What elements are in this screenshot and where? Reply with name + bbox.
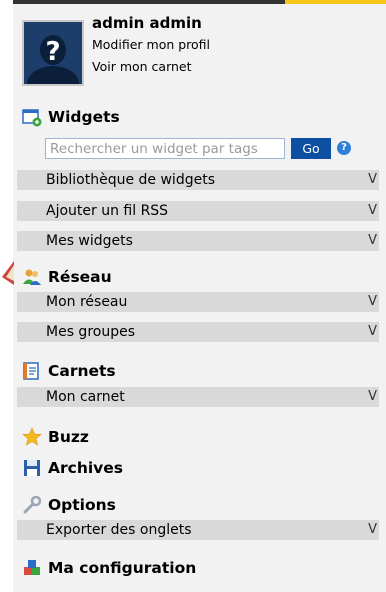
section-options-title: Options <box>48 496 116 514</box>
chevron-down-icon: V <box>368 522 377 537</box>
section-carnets[interactable]: Carnets <box>22 360 116 382</box>
svg-text:?: ? <box>45 37 60 67</box>
chevron-down-icon: V <box>368 203 377 218</box>
menu-item-widget-library[interactable]: Bibliothèque de widgets V <box>17 170 379 190</box>
chevron-down-icon: V <box>368 172 377 187</box>
section-reseau-title: Réseau <box>48 268 112 286</box>
menu-item-label: Mon réseau <box>46 294 128 310</box>
menu-item-label: Ajouter un fil RSS <box>46 203 169 219</box>
menu-item-label: Exporter des onglets <box>46 522 192 538</box>
notebook-icon <box>23 362 39 380</box>
section-configuration-title: Ma configuration <box>48 559 197 577</box>
floppy-disk-icon <box>24 460 40 476</box>
menu-item-my-notebook[interactable]: Mon carnet V <box>17 387 379 407</box>
people-icon <box>23 269 41 285</box>
menu-item-label: Mes widgets <box>46 233 133 249</box>
section-carnets-title: Carnets <box>48 362 116 380</box>
help-icon[interactable]: ? <box>337 141 351 155</box>
username: admin admin <box>92 14 202 32</box>
section-reseau[interactable]: Réseau <box>22 266 112 288</box>
view-notebook-link[interactable]: Voir mon carnet <box>92 59 192 74</box>
avatar[interactable]: ? <box>22 20 84 86</box>
section-buzz[interactable]: Buzz <box>22 426 89 448</box>
section-archives-title: Archives <box>48 459 124 477</box>
menu-item-export-tabs[interactable]: Exporter des onglets V <box>17 520 379 540</box>
wrench-icon <box>23 495 42 514</box>
section-options[interactable]: Options <box>22 494 116 516</box>
edit-profile-link[interactable]: Modifier mon profil <box>92 37 210 52</box>
go-button[interactable]: Go <box>291 138 331 159</box>
user-avatar-icon: ? <box>24 22 82 84</box>
cubes-icon <box>24 560 40 575</box>
edge-decoration <box>2 261 14 285</box>
star-icon <box>22 427 42 446</box>
menu-item-label: Mes groupes <box>46 324 136 340</box>
section-archives[interactable]: Archives <box>22 457 123 479</box>
top-bar-accent <box>285 0 386 4</box>
chevron-down-icon: V <box>368 324 377 339</box>
section-buzz-title: Buzz <box>48 428 89 446</box>
section-widgets-title: Widgets <box>48 108 120 126</box>
chevron-down-icon: V <box>368 389 377 404</box>
menu-item-my-network[interactable]: Mon réseau V <box>17 292 379 312</box>
user-profile: ? admin admin Modifier mon profil Voir m… <box>22 14 382 90</box>
section-widgets[interactable]: Widgets <box>22 106 120 128</box>
menu-item-label: Mon carnet <box>46 389 125 405</box>
menu-item-add-rss[interactable]: Ajouter un fil RSS V <box>17 201 379 221</box>
menu-item-my-widgets[interactable]: Mes widgets V <box>17 231 379 251</box>
section-configuration[interactable]: Ma configuration <box>22 557 196 579</box>
menu-item-my-groups[interactable]: Mes groupes V <box>17 322 379 342</box>
widget-search-input[interactable] <box>45 138 285 159</box>
widgets-icon <box>22 109 42 127</box>
chevron-down-icon: V <box>368 294 377 309</box>
menu-item-label: Bibliothèque de widgets <box>46 172 215 188</box>
chevron-down-icon: V <box>368 233 377 248</box>
